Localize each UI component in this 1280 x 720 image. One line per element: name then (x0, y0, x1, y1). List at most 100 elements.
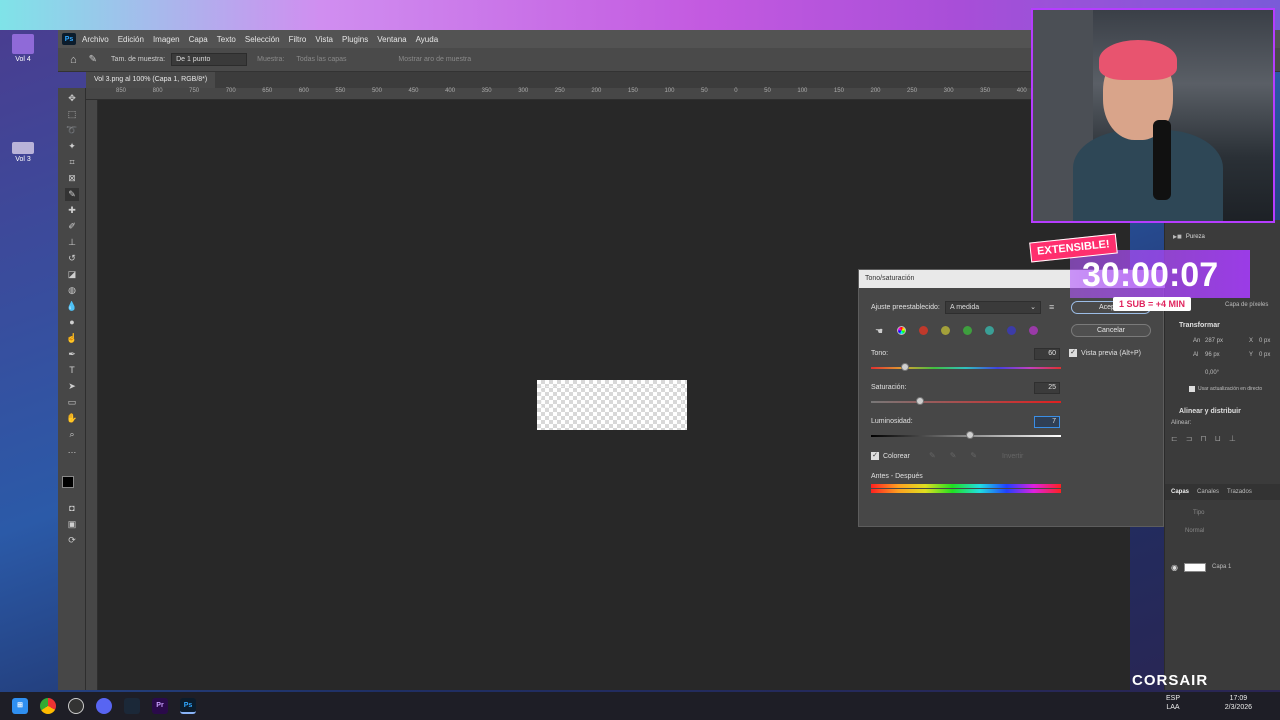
document-tabs: Vol 3.png al 100% (Capa 1, RGB/8*) (86, 72, 1130, 88)
x-field[interactable]: 0 px (1259, 338, 1270, 344)
menu-filtro[interactable]: Filtro (289, 35, 307, 44)
width-field[interactable]: 287 px (1205, 338, 1223, 344)
quick-mask-icon[interactable]: ◘ (65, 502, 79, 515)
screen-mode-icon[interactable]: ▣ (65, 518, 79, 531)
menu-capa[interactable]: Capa (189, 35, 208, 44)
desktop-icon-vol3[interactable]: Vol 3 (8, 142, 38, 163)
tab-layers[interactable]: Capas (1171, 489, 1189, 495)
menu-imagen[interactable]: Imagen (153, 35, 180, 44)
eyedropper-tool-icon[interactable]: ✎ (65, 188, 79, 201)
preset-options-icon[interactable]: ≡ (1049, 302, 1054, 312)
align-buttons[interactable]: ⊏⊐⊓⊔⊥ (1171, 434, 1244, 443)
path-selection-tool-icon[interactable]: ➤ (65, 380, 79, 393)
ruler-tick-label: 600 (298, 88, 309, 94)
channel-swatch-icon[interactable] (941, 326, 950, 335)
align-title[interactable]: Alinear y distribuir (1179, 408, 1241, 415)
channel-swatch-icon[interactable] (963, 326, 972, 335)
chrome-icon[interactable] (40, 698, 56, 714)
foreground-color-swatch[interactable] (62, 476, 74, 488)
layer-row[interactable]: ◉ Capa 1 (1171, 560, 1280, 574)
obs-icon[interactable] (68, 698, 84, 714)
home-icon[interactable]: ⌂ (70, 54, 77, 66)
more-tools-icon[interactable]: … (65, 444, 79, 457)
y-field[interactable]: 0 px (1259, 352, 1270, 358)
lightness-slider-thumb[interactable] (965, 431, 974, 439)
sample-select[interactable]: Todas las capas (296, 56, 386, 63)
menu-plugins[interactable]: Plugins (342, 35, 368, 44)
menu-vista[interactable]: Vista (315, 35, 333, 44)
discord-icon[interactable] (96, 698, 112, 714)
channel-swatch-icon[interactable] (1029, 326, 1038, 335)
healing-brush-tool-icon[interactable]: ✚ (65, 204, 79, 217)
lightness-input[interactable]: 7 (1034, 416, 1060, 428)
layer-search-input[interactable]: Tipo (1193, 510, 1204, 516)
show-sampling-ring-checkbox[interactable]: Mostrar aro de muestra (398, 56, 471, 63)
frame-tool-icon[interactable]: ⊠ (65, 172, 79, 185)
master-color-icon[interactable] (897, 326, 906, 335)
preview-checkbox[interactable]: ✓ Vista previa (Alt+P) (1069, 349, 1141, 357)
targeted-adjust-hand-icon[interactable]: ☚ (875, 326, 883, 337)
premiere-icon[interactable]: Pr (152, 698, 168, 714)
history-brush-tool-icon[interactable]: ↺ (65, 252, 79, 265)
hand-tool-icon[interactable]: ✋ (65, 412, 79, 425)
hue-slider-track[interactable] (871, 367, 1061, 369)
menu-archivo[interactable]: Archivo (82, 35, 109, 44)
live-update-checkbox[interactable]: Usar actualización en directo (1189, 386, 1262, 392)
hue-input[interactable]: 60 (1034, 348, 1060, 360)
channel-swatch-icon[interactable] (985, 326, 994, 335)
magic-wand-tool-icon[interactable]: ✦ (65, 140, 79, 153)
desktop-icon-vol4[interactable]: Vol 4 (8, 34, 38, 63)
system-clock[interactable]: 17:09 2/3/2026 (1225, 694, 1252, 712)
brush-tool-icon[interactable]: ✐ (65, 220, 79, 233)
pen-tool-icon[interactable]: ✒ (65, 348, 79, 361)
eyedropper-group-icons[interactable]: ✎✎✎ (929, 451, 991, 460)
dodge-tool-icon[interactable]: ● (65, 316, 79, 329)
menu-edicion[interactable]: Edición (118, 35, 144, 44)
move-tool-icon[interactable]: ✥ (65, 92, 79, 105)
steam-icon[interactable] (124, 698, 140, 714)
invert-checkbox[interactable]: Invertir (1002, 453, 1023, 460)
rectangle-tool-icon[interactable]: ▭ (65, 396, 79, 409)
folder-icon: ▸■ (1173, 232, 1182, 241)
menu-ayuda[interactable]: Ayuda (416, 35, 439, 44)
colorize-checkbox[interactable]: ✓ Colorear (871, 452, 910, 460)
preset-select[interactable]: A medida ⌄ (945, 301, 1041, 314)
start-icon[interactable]: ⊞ (12, 698, 28, 714)
marquee-tool-icon[interactable]: ⬚ (65, 108, 79, 121)
blend-mode-select[interactable]: Normal (1185, 528, 1204, 534)
saturation-slider-track[interactable] (871, 401, 1061, 403)
tab-paths[interactable]: Trazados (1227, 489, 1252, 495)
cancel-button[interactable]: Cancelar (1071, 324, 1151, 337)
folder-row[interactable]: ▸■ Pureza (1173, 232, 1205, 241)
lasso-tool-icon[interactable]: ➰ (65, 124, 79, 137)
eyedropper-icon[interactable]: ✎ (89, 54, 97, 65)
channel-swatch-icon[interactable] (919, 326, 928, 335)
menu-seleccion[interactable]: Selección (245, 35, 280, 44)
zoom-tool-icon[interactable]: ⌕ (65, 428, 79, 441)
menu-ventana[interactable]: Ventana (377, 35, 406, 44)
menu-texto[interactable]: Texto (217, 35, 236, 44)
tab-channels[interactable]: Canales (1197, 489, 1219, 495)
saturation-slider-thumb[interactable] (916, 397, 925, 405)
blur-tool-icon[interactable]: 💧 (65, 300, 79, 313)
channel-swatch-icon[interactable] (1007, 326, 1016, 335)
language-indicator[interactable]: ESP LAA (1166, 694, 1180, 712)
saturation-input[interactable]: 25 (1034, 382, 1060, 394)
document-artboard[interactable] (537, 380, 687, 430)
stamp-tool-icon[interactable]: ⊥ (65, 236, 79, 249)
sample-size-select[interactable]: De 1 punto (171, 53, 248, 66)
document-tab[interactable]: Vol 3.png al 100% (Capa 1, RGB/8*) (86, 72, 216, 88)
height-field[interactable]: 96 px (1205, 352, 1220, 358)
type-tool-icon[interactable]: T (65, 364, 79, 377)
eye-icon[interactable]: ◉ (1171, 563, 1178, 572)
angle-field[interactable]: 0,00° (1205, 370, 1219, 376)
transform-title[interactable]: Transformar (1179, 322, 1220, 329)
crop-tool-icon[interactable]: ⌗ (65, 156, 79, 169)
photoshop-taskbar-icon[interactable]: Ps (180, 698, 196, 714)
photoshop-logo-icon: Ps (62, 33, 76, 45)
hue-slider-thumb[interactable] (901, 363, 910, 371)
smudge-tool-icon[interactable]: ☝ (65, 332, 79, 345)
eraser-tool-icon[interactable]: ◪ (65, 268, 79, 281)
rotate-view-icon[interactable]: ⟳ (65, 534, 79, 547)
paint-bucket-tool-icon[interactable]: ◍ (65, 284, 79, 297)
